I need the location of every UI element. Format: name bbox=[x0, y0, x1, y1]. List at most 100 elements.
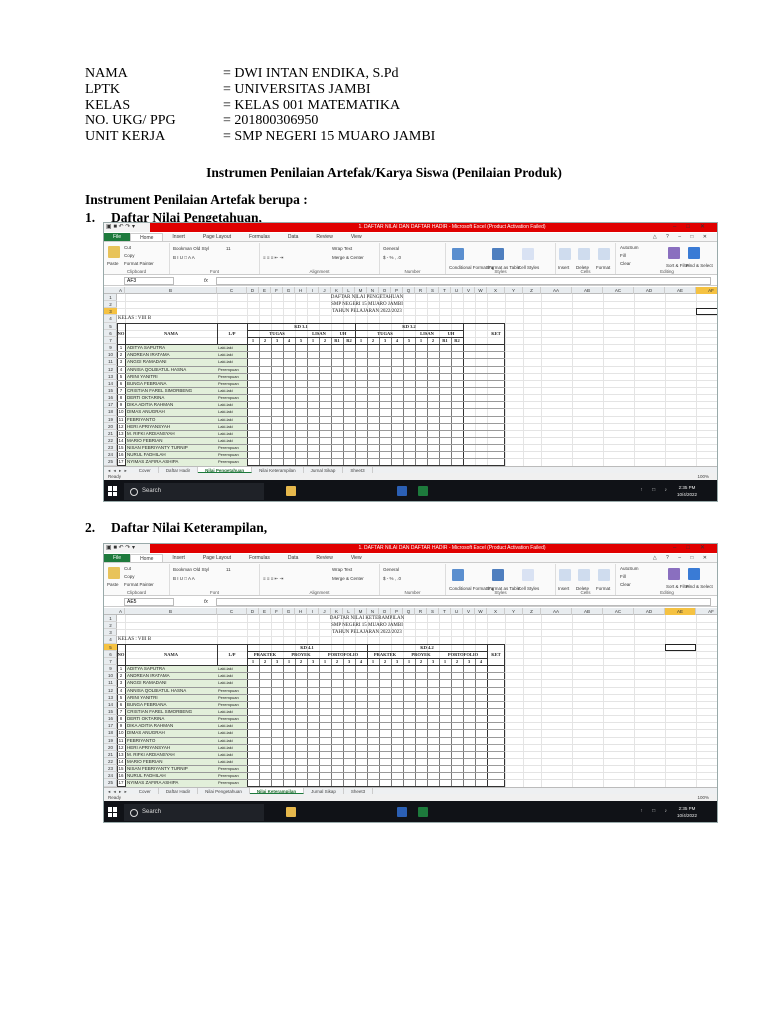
column-header-l[interactable]: L bbox=[343, 287, 355, 294]
column-header-f[interactable]: F bbox=[271, 287, 283, 294]
ribbon-tab-review[interactable]: Review bbox=[307, 554, 341, 562]
function-icon[interactable]: fx bbox=[204, 276, 208, 286]
column-header-u[interactable]: U bbox=[451, 608, 463, 615]
styles-icon[interactable] bbox=[452, 248, 464, 260]
function-icon[interactable]: fx bbox=[204, 597, 208, 607]
column-header-y[interactable]: Y bbox=[505, 287, 523, 294]
font-command[interactable]: Bookman Old Styl bbox=[173, 567, 209, 572]
cells-secondary-icon[interactable] bbox=[578, 569, 590, 581]
column-header-a[interactable]: A bbox=[117, 608, 125, 615]
number-format-buttons[interactable]: $ - % , .0 bbox=[383, 576, 401, 581]
zoom-level[interactable]: 100% bbox=[697, 473, 709, 480]
styles-secondary-icon[interactable] bbox=[492, 248, 504, 260]
column-header-j[interactable]: J bbox=[319, 608, 331, 615]
column-header-g[interactable]: G bbox=[283, 287, 295, 294]
system-tray-icons[interactable]: ↑ □ ♪ bbox=[640, 487, 671, 493]
formula-input[interactable] bbox=[216, 598, 711, 606]
styles-tertiary-icon[interactable] bbox=[522, 248, 534, 260]
font-command[interactable]: 11 bbox=[226, 567, 231, 572]
styles-secondary-icon[interactable] bbox=[492, 569, 504, 581]
column-header-y[interactable]: Y bbox=[505, 608, 523, 615]
column-header-t[interactable]: T bbox=[439, 608, 451, 615]
column-header-q[interactable]: Q bbox=[403, 287, 415, 294]
column-header-ac[interactable]: AC bbox=[603, 287, 634, 294]
column-header-t[interactable]: T bbox=[439, 287, 451, 294]
row-header[interactable]: 16 bbox=[104, 715, 117, 723]
cells-tertiary-icon[interactable] bbox=[598, 248, 610, 260]
column-header-ac[interactable]: AC bbox=[603, 608, 634, 615]
cells-icon[interactable] bbox=[559, 248, 571, 260]
editing-secondary-icon[interactable] bbox=[688, 247, 700, 259]
column-header-f[interactable]: F bbox=[271, 608, 283, 615]
column-header-o[interactable]: O bbox=[379, 287, 391, 294]
column-header-af[interactable]: AF bbox=[696, 608, 717, 615]
row-header[interactable]: 13 bbox=[104, 373, 117, 380]
column-header-n[interactable]: N bbox=[367, 287, 379, 294]
row-header[interactable]: 5 bbox=[104, 323, 117, 330]
system-tray-icons[interactable]: ↑ □ ♪ bbox=[640, 808, 671, 814]
column-header-h[interactable]: H bbox=[295, 287, 307, 294]
cells-icon[interactable] bbox=[559, 569, 571, 581]
column-header-x[interactable]: X bbox=[487, 287, 505, 294]
editing-command[interactable]: Clear bbox=[620, 261, 631, 266]
font-format-buttons[interactable]: B I U □ A A bbox=[173, 576, 195, 581]
zoom-level[interactable]: 100% bbox=[697, 794, 709, 801]
row-header[interactable]: 25 bbox=[104, 458, 117, 466]
active-cell[interactable] bbox=[696, 308, 717, 316]
column-header-c[interactable]: C bbox=[217, 287, 247, 294]
column-header-ad[interactable]: AD bbox=[634, 287, 665, 294]
font-command[interactable]: Bookman Old Styl bbox=[173, 246, 209, 251]
column-header-d[interactable]: D bbox=[247, 608, 259, 615]
column-header-e[interactable]: E bbox=[259, 608, 271, 615]
styles-tertiary-icon[interactable] bbox=[522, 569, 534, 581]
row-header[interactable]: 6 bbox=[104, 330, 117, 337]
clipboard-icon[interactable] bbox=[108, 246, 120, 258]
font-command[interactable]: 11 bbox=[226, 246, 231, 251]
column-header-k[interactable]: K bbox=[331, 608, 343, 615]
ribbon-tab-review[interactable]: Review bbox=[307, 233, 341, 241]
styles-icon[interactable] bbox=[452, 569, 464, 581]
taskbar-search[interactable]: Search bbox=[124, 483, 264, 500]
ribbon-tab-insert[interactable]: Insert bbox=[163, 233, 194, 241]
column-header-z[interactable]: Z bbox=[523, 608, 541, 615]
taskbar-word-icon[interactable] bbox=[397, 807, 407, 817]
windows-start-icon[interactable] bbox=[108, 486, 118, 496]
column-header-o[interactable]: O bbox=[379, 608, 391, 615]
ribbon-help-controls[interactable]: △ ? – □ ✕ bbox=[653, 554, 717, 562]
ribbon-tab-file[interactable]: File bbox=[104, 233, 131, 241]
taskbar-excel-icon[interactable] bbox=[418, 807, 428, 817]
row-header[interactable]: 23 bbox=[104, 765, 117, 773]
row-header[interactable]: 14 bbox=[104, 380, 117, 387]
column-header-h[interactable]: H bbox=[295, 608, 307, 615]
editing-command[interactable]: Clear bbox=[620, 582, 631, 587]
row-header[interactable]: 22 bbox=[104, 758, 117, 766]
number-format-buttons[interactable]: $ - % , .0 bbox=[383, 255, 401, 260]
row-header[interactable]: 24 bbox=[104, 772, 117, 780]
column-header-ae[interactable]: AE bbox=[665, 608, 696, 615]
column-header-s[interactable]: S bbox=[427, 608, 439, 615]
ribbon-tab-data[interactable]: Data bbox=[279, 233, 308, 241]
column-header-p[interactable]: P bbox=[391, 608, 403, 615]
taskbar-file-explorer-icon[interactable] bbox=[286, 486, 296, 496]
column-header-ae[interactable]: AE bbox=[665, 287, 696, 294]
row-header[interactable]: 22 bbox=[104, 437, 117, 445]
row-header[interactable]: 1 bbox=[104, 615, 117, 623]
row-header[interactable]: 14 bbox=[104, 701, 117, 708]
clipboard-command[interactable]: Cut bbox=[124, 566, 131, 571]
taskbar-word-icon[interactable] bbox=[397, 486, 407, 496]
row-header[interactable]: 1 bbox=[104, 294, 117, 302]
taskbar-file-explorer-icon[interactable] bbox=[286, 807, 296, 817]
ribbon-tab-view[interactable]: View bbox=[342, 554, 371, 562]
column-header-a[interactable]: A bbox=[117, 287, 125, 294]
row-header[interactable]: 9 bbox=[104, 665, 117, 673]
row-header[interactable]: 13 bbox=[104, 694, 117, 701]
clipboard-command[interactable]: Copy bbox=[124, 253, 135, 258]
taskbar-excel-icon[interactable] bbox=[418, 486, 428, 496]
column-header-e[interactable]: E bbox=[259, 287, 271, 294]
row-header[interactable]: 18 bbox=[104, 408, 117, 416]
column-header-m[interactable]: M bbox=[355, 608, 367, 615]
alignment-command[interactable]: Merge & Center bbox=[332, 255, 364, 260]
cells-secondary-icon[interactable] bbox=[578, 248, 590, 260]
row-header[interactable]: 15 bbox=[104, 387, 117, 395]
alignment-command[interactable]: Wrap Text bbox=[332, 567, 352, 572]
